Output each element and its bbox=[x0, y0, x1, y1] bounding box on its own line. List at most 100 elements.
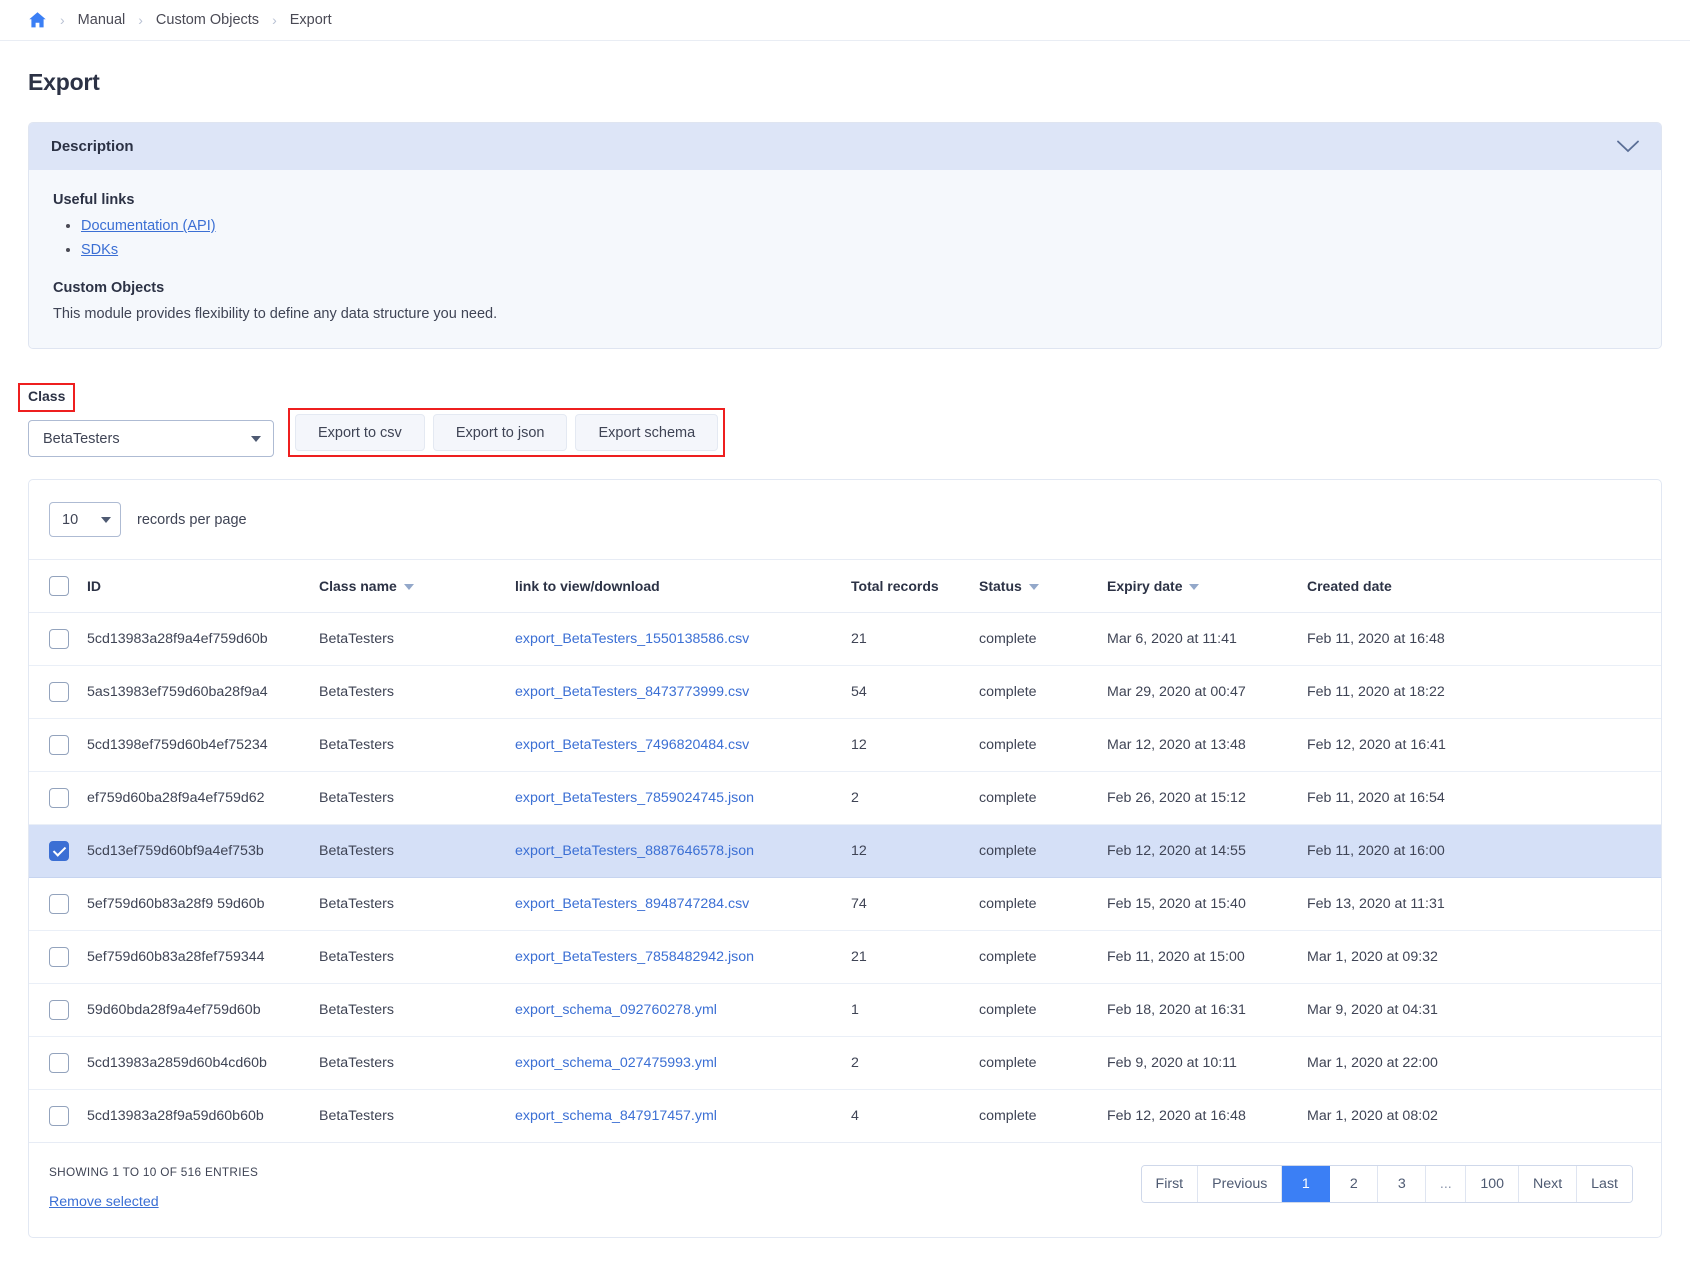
download-link[interactable]: export_BetaTesters_7496820484.csv bbox=[515, 737, 749, 753]
link-documentation-api[interactable]: Documentation (API) bbox=[81, 218, 216, 234]
table-row[interactable]: 5ef759d60b83a28f9 59d60b BetaTesters expor… bbox=[29, 877, 1661, 931]
showing-entries-text: SHOWING 1 TO 10 OF 516 ENTRIES bbox=[49, 1165, 259, 1179]
home-icon[interactable] bbox=[28, 11, 47, 29]
class-select-value: BetaTesters bbox=[43, 430, 120, 447]
link-sdks[interactable]: SDKs bbox=[81, 242, 118, 258]
pagination-button-first[interactable]: First bbox=[1141, 1166, 1199, 1202]
table-row[interactable]: 5cd13983a28f9a4ef759d60b BetaTesters expor… bbox=[29, 612, 1661, 666]
cell-created-date: Mar 1, 2020 at 09:32 bbox=[1307, 930, 1661, 984]
download-link[interactable]: export_schema_847917457.yml bbox=[515, 1108, 717, 1124]
breadcrumb-separator-3: › bbox=[272, 12, 277, 28]
cell-class-name: BetaTesters bbox=[319, 930, 515, 984]
download-link[interactable]: export_schema_027475993.yml bbox=[515, 1055, 717, 1071]
breadcrumb-item-manual[interactable]: Manual bbox=[78, 12, 126, 28]
class-select[interactable]: BetaTesters bbox=[28, 420, 274, 457]
table-row[interactable]: 5cd13983a2859d60b4cd60b BetaTesters export… bbox=[29, 1036, 1661, 1090]
row-checkbox[interactable] bbox=[49, 1106, 69, 1126]
chevron-down-icon bbox=[251, 435, 261, 442]
table-row[interactable]: 59d60bda28f9a4ef759d60b BetaTesters export… bbox=[29, 983, 1661, 1037]
pagination-button-1[interactable]: 1 bbox=[1282, 1166, 1331, 1202]
column-header-link: link to view/download bbox=[515, 560, 851, 613]
sort-caret-icon[interactable] bbox=[1189, 584, 1200, 591]
select-all-header bbox=[29, 560, 87, 613]
row-checkbox[interactable] bbox=[49, 1000, 69, 1020]
cell-link: export_BetaTesters_8887646578.json bbox=[515, 824, 851, 878]
download-link[interactable]: export_BetaTesters_8473773999.csv bbox=[515, 684, 749, 700]
row-checkbox[interactable] bbox=[49, 682, 69, 702]
sort-caret-icon[interactable] bbox=[403, 584, 414, 591]
pagination-button-next[interactable]: Next bbox=[1519, 1166, 1578, 1202]
cell-total-records: 74 bbox=[851, 877, 979, 931]
cell-total-records: 12 bbox=[851, 824, 979, 878]
description-header[interactable]: Description bbox=[29, 123, 1661, 170]
cell-id: 5ef759d60b83a28fef759344 bbox=[87, 930, 319, 984]
cell-created-date: Feb 11, 2020 at 16:00 bbox=[1307, 824, 1661, 878]
cell-created-date: Feb 11, 2020 at 18:22 bbox=[1307, 665, 1661, 719]
pagination-button-100[interactable]: 100 bbox=[1466, 1166, 1519, 1202]
row-checkbox[interactable] bbox=[49, 735, 69, 755]
select-all-checkbox[interactable] bbox=[49, 576, 69, 596]
export-to-json-button[interactable]: Export to json bbox=[432, 414, 568, 451]
download-link[interactable]: export_BetaTesters_7859024745.json bbox=[515, 790, 754, 806]
cell-class-name: BetaTesters bbox=[319, 877, 515, 931]
table-header-row: ID Class name link to view/download Tota… bbox=[29, 560, 1661, 613]
cell-status: complete bbox=[979, 983, 1107, 1037]
class-column: Class BetaTesters bbox=[18, 383, 274, 457]
cell-total-records: 4 bbox=[851, 1089, 979, 1143]
sort-caret-icon[interactable] bbox=[1028, 584, 1039, 591]
download-link[interactable]: export_BetaTesters_1550138586.csv bbox=[515, 631, 749, 647]
cell-status: complete bbox=[979, 771, 1107, 825]
cell-status: complete bbox=[979, 1089, 1107, 1143]
table-row[interactable]: 5cd13ef759d60bf9a4ef753b BetaTesters expor… bbox=[29, 824, 1661, 878]
table-row[interactable]: 5as13983ef759d60ba28f9a4 BetaTesters expor… bbox=[29, 665, 1661, 719]
column-header-status: Status bbox=[979, 560, 1107, 613]
row-select-cell bbox=[29, 1036, 87, 1090]
cell-id: 5cd13983a28f9a4ef759d60b bbox=[87, 612, 319, 666]
download-link[interactable]: export_BetaTesters_7858482942.json bbox=[515, 949, 754, 965]
class-label: Class bbox=[28, 388, 66, 404]
cell-expiry-date: Feb 15, 2020 at 15:40 bbox=[1107, 877, 1307, 931]
records-per-page-select[interactable]: 10 bbox=[49, 502, 121, 537]
export-to-csv-button[interactable]: Export to csv bbox=[295, 414, 425, 451]
cell-class-name: BetaTesters bbox=[319, 612, 515, 666]
cell-class-name: BetaTesters bbox=[319, 983, 515, 1037]
download-link[interactable]: export_BetaTesters_8948747284.csv bbox=[515, 896, 749, 912]
column-header-created-date: Created date bbox=[1307, 560, 1661, 613]
cell-total-records: 21 bbox=[851, 930, 979, 984]
export-schema-button[interactable]: Export schema bbox=[575, 414, 719, 451]
breadcrumb-item-custom-objects[interactable]: Custom Objects bbox=[156, 12, 259, 28]
table-row[interactable]: 5cd1398ef759d60b4ef75234 BetaTesters expor… bbox=[29, 718, 1661, 772]
cell-link: export_BetaTesters_1550138586.csv bbox=[515, 612, 851, 666]
row-checkbox[interactable] bbox=[49, 629, 69, 649]
pagination-button-dotsdotsdots[interactable]: ... bbox=[1426, 1166, 1467, 1202]
cell-class-name: BetaTesters bbox=[319, 771, 515, 825]
row-checkbox[interactable] bbox=[49, 788, 69, 808]
cell-created-date: Feb 11, 2020 at 16:54 bbox=[1307, 771, 1661, 825]
description-body: Useful links Documentation (API) SDKs Cu… bbox=[29, 170, 1661, 348]
download-link[interactable]: export_BetaTesters_8887646578.json bbox=[515, 843, 754, 859]
table-row[interactable]: ef759d60ba28f9a4ef759d62 BetaTesters expor… bbox=[29, 771, 1661, 825]
table-row[interactable]: 5ef759d60b83a28fef759344 BetaTesters expor… bbox=[29, 930, 1661, 984]
pagination-button-3[interactable]: 3 bbox=[1378, 1166, 1427, 1202]
pagination-button-last[interactable]: Last bbox=[1577, 1166, 1632, 1202]
row-select-cell bbox=[29, 824, 87, 878]
cell-id: 5cd13ef759d60bf9a4ef753b bbox=[87, 824, 319, 878]
row-checkbox[interactable] bbox=[49, 947, 69, 967]
cell-status: complete bbox=[979, 665, 1107, 719]
row-checkbox[interactable] bbox=[49, 894, 69, 914]
row-checkbox[interactable] bbox=[49, 1053, 69, 1073]
cell-link: export_BetaTesters_7496820484.csv bbox=[515, 718, 851, 772]
cell-expiry-date: Feb 18, 2020 at 16:31 bbox=[1107, 983, 1307, 1037]
pagination-button-previous[interactable]: Previous bbox=[1198, 1166, 1283, 1202]
pagination-button-2[interactable]: 2 bbox=[1330, 1166, 1379, 1202]
custom-objects-text: This module provides flexibility to defi… bbox=[53, 306, 498, 322]
remove-selected-link[interactable]: Remove selected bbox=[49, 1194, 159, 1210]
class-label-highlight: Class bbox=[18, 383, 76, 412]
breadcrumb-separator-1: › bbox=[60, 12, 65, 28]
download-link[interactable]: export_schema_092760278.yml bbox=[515, 1002, 717, 1018]
row-checkbox[interactable] bbox=[49, 841, 69, 861]
table-row[interactable]: 5cd13983a28f9a59d60b60b BetaTesters export… bbox=[29, 1089, 1661, 1143]
cell-class-name: BetaTesters bbox=[319, 1036, 515, 1090]
breadcrumb-item-export[interactable]: Export bbox=[290, 12, 332, 28]
chevron-down-icon[interactable] bbox=[1617, 140, 1639, 153]
